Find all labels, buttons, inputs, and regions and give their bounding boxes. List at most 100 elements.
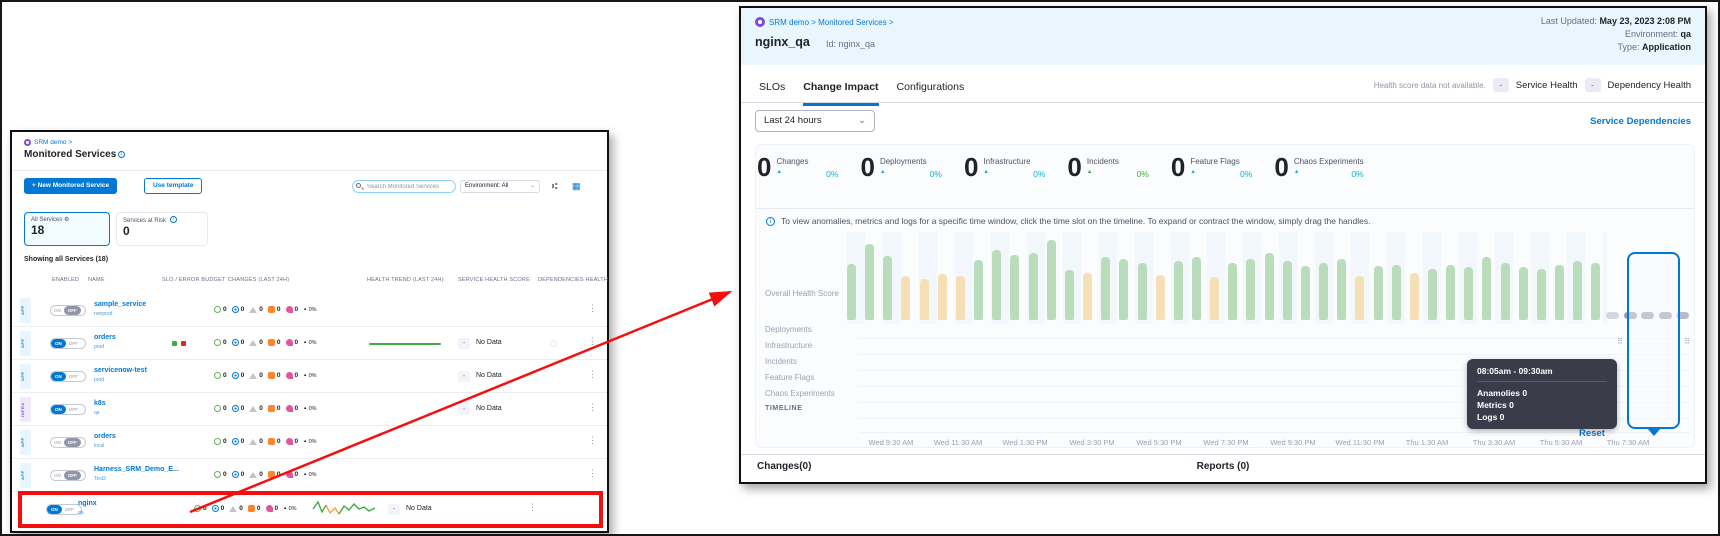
health-score-bar[interactable] [1410, 273, 1419, 320]
enable-toggle[interactable]: ONOFF [50, 437, 86, 448]
tab-configurations[interactable]: Configurations [897, 81, 965, 103]
health-score-bar[interactable] [1065, 270, 1074, 320]
use-template-button[interactable]: Use template [144, 178, 202, 194]
service-name-link[interactable]: sample_service [94, 301, 146, 308]
service-name-link[interactable]: nginx [78, 500, 97, 507]
health-score-bar[interactable] [1464, 267, 1473, 320]
health-score-bar[interactable] [847, 264, 856, 320]
drag-handle-right-icon[interactable]: ⠿ [1684, 338, 1690, 346]
new-monitored-service-button[interactable]: + New Monitored Service [24, 178, 117, 194]
health-score-bar[interactable] [1537, 269, 1546, 320]
health-score-bar[interactable] [1156, 275, 1165, 320]
table-row[interactable]: APPONOFFsample_servicenonprod00000▲ 0%⋮ [12, 294, 607, 327]
enable-toggle[interactable]: ONOFF [50, 371, 86, 382]
service-name-link[interactable]: Harness_SRM_Demo_E... [94, 466, 179, 473]
enable-toggle[interactable]: ONOFF [50, 305, 86, 316]
all-services-card[interactable]: All Services ⚙ 18 [24, 212, 110, 246]
health-score-bar[interactable] [1192, 257, 1201, 320]
health-score-bar[interactable] [1428, 269, 1437, 320]
enable-toggle[interactable]: ONOFF [50, 470, 86, 481]
health-score-bar[interactable] [865, 244, 874, 320]
services-at-risk-card[interactable]: Services at Risk i 0 [116, 212, 208, 246]
changes-section-header[interactable]: Changes(0) [757, 461, 811, 472]
health-score-bar[interactable] [1119, 259, 1128, 320]
grid-view-icon[interactable]: ▦ [572, 180, 581, 193]
health-score-bar[interactable] [1446, 265, 1455, 320]
search-input[interactable] [352, 180, 456, 193]
row-menu-icon[interactable]: ⋮ [588, 336, 597, 347]
service-dependencies-link[interactable]: Service Dependencies [1590, 116, 1691, 127]
environment-filter[interactable]: Environment: All⌄ [460, 180, 540, 193]
health-score-bar[interactable] [956, 276, 965, 320]
column-header: SERVICE HEALTH SCORE [458, 277, 530, 283]
health-score-bar[interactable] [1010, 255, 1019, 320]
service-name-link[interactable]: orders [94, 334, 116, 341]
health-score-bar[interactable] [1482, 257, 1491, 320]
health-score-bar[interactable] [1337, 259, 1346, 320]
health-score-bar[interactable] [1101, 257, 1110, 320]
row-menu-icon[interactable]: ⋮ [588, 468, 597, 479]
health-score-bar[interactable] [1392, 265, 1401, 320]
service-name-link[interactable]: orders [94, 433, 116, 440]
tab-change-impact[interactable]: Change Impact [803, 81, 878, 106]
row-menu-icon[interactable]: ⋮ [528, 502, 537, 513]
health-score-bar[interactable] [1138, 263, 1147, 320]
health-score-bar[interactable] [974, 260, 983, 320]
health-score-bars[interactable] [847, 236, 1601, 320]
table-row[interactable]: APPONOFFHarness_SRM_Demo_E...Test200000▲… [12, 459, 607, 492]
health-score-bar[interactable] [1265, 253, 1274, 320]
health-score-bar[interactable] [938, 274, 947, 320]
health-score-bar[interactable] [1319, 263, 1328, 320]
health-score-bar[interactable] [1301, 266, 1310, 320]
health-score-bar[interactable] [1047, 240, 1056, 320]
time-range-select[interactable]: Last 24 hours⌄ [755, 110, 875, 132]
row-menu-icon[interactable]: ⋮ [588, 435, 597, 446]
metric-value: 0 [1274, 154, 1288, 180]
health-score-bar[interactable] [1501, 263, 1510, 320]
row-menu-icon[interactable]: ⋮ [588, 369, 597, 380]
health-score-bar[interactable] [1283, 261, 1292, 320]
health-score-bar[interactable] [1591, 263, 1600, 320]
health-score-bar[interactable] [920, 279, 929, 320]
enable-toggle[interactable]: ONOFF [50, 404, 86, 415]
table-row[interactable]: APPONOFFordersprod00000▲ 0%-No Data⋮ [12, 327, 607, 360]
reports-section-header[interactable]: Reports (0) [741, 461, 1705, 472]
health-score-bar[interactable] [901, 276, 910, 320]
change-count: 0 [223, 306, 227, 313]
health-score-bar[interactable] [883, 256, 892, 320]
enable-toggle[interactable]: ONOFF [46, 504, 82, 515]
health-score-bar[interactable] [1555, 265, 1564, 320]
table-row[interactable]: APPONOFFservicenow-testprod00000▲ 0%-No … [12, 360, 607, 393]
health-score-bar[interactable] [1246, 259, 1255, 320]
health-score-bar[interactable] [1374, 266, 1383, 320]
service-name-link[interactable]: servicenow-test [94, 367, 147, 374]
breadcrumb[interactable]: SRM demo > [24, 139, 72, 146]
breadcrumb-text[interactable]: SRM demo > [34, 139, 72, 146]
dependency-graph-icon[interactable]: ⑆ [552, 180, 557, 193]
row-menu-icon[interactable]: ⋮ [588, 303, 597, 314]
enable-toggle[interactable]: ONOFF [50, 338, 86, 349]
time-window-selection[interactable]: ⠿ ⠿ [1627, 252, 1680, 429]
tab-slos[interactable]: SLOs [759, 81, 785, 103]
health-score-bar[interactable] [1210, 277, 1219, 320]
metrics-row: 0Changes▲0%0Deployments▲0%0Infrastructur… [757, 154, 1364, 180]
service-name-link[interactable]: k8s [94, 400, 106, 407]
trend-percent: ▲ 0% [303, 438, 316, 445]
health-score-bar[interactable] [1228, 263, 1237, 320]
health-score-bar[interactable] [1029, 253, 1038, 320]
table-row-nginx[interactable]: ONOFFnginxqa00000▲ 0%-No Data⋮ [22, 495, 599, 524]
row-menu-icon[interactable]: ⋮ [588, 402, 597, 413]
health-score-bar[interactable] [1355, 276, 1364, 320]
trend-up-icon: ▲ [1294, 169, 1299, 179]
table-row[interactable]: APPONOFForderslocal00000▲ 0%⋮ [12, 426, 607, 459]
health-score-bar[interactable] [1083, 273, 1092, 320]
detail-breadcrumb[interactable]: SRM demo > Monitored Services > [755, 17, 894, 27]
health-score-bar[interactable] [1519, 267, 1528, 320]
change-count: 0 [275, 505, 279, 512]
health-score-bar[interactable] [1174, 261, 1183, 320]
drag-handle-left-icon[interactable]: ⠿ [1617, 338, 1623, 346]
table-row[interactable]: INFRAONOFFk8sqa00000▲ 0%-No Data⋮ [12, 393, 607, 426]
health-score-bar[interactable] [992, 250, 1001, 320]
health-score-bar[interactable] [1573, 261, 1582, 320]
metric-trend: ▲0% [983, 169, 1045, 179]
